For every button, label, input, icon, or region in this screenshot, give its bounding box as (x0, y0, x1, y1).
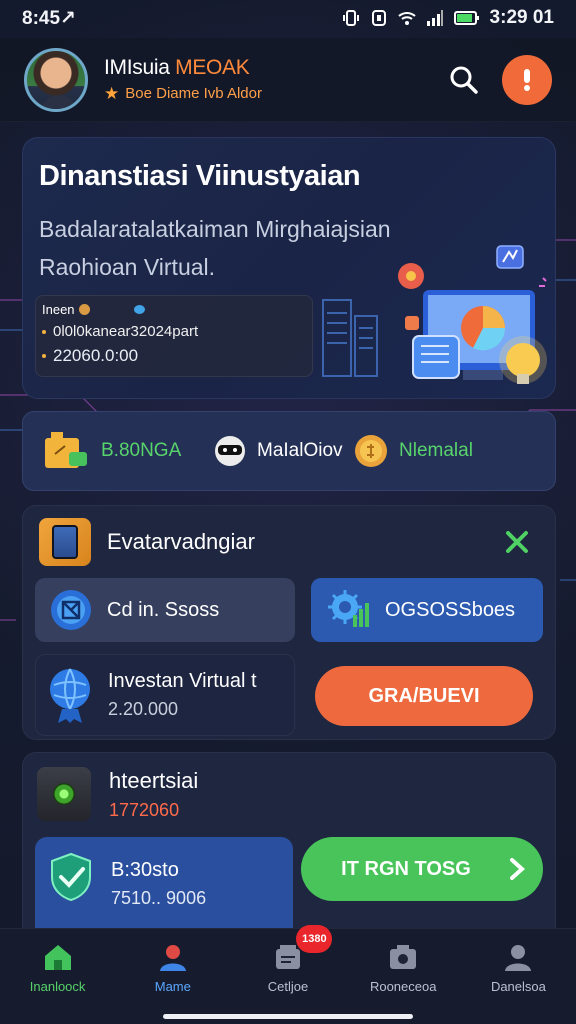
mini-card-line1-text: 0l0l0kanear32024part (53, 323, 199, 340)
panel-heading: hteertsiai 1772060 (109, 768, 198, 821)
profile-name: IMIsuia MEOAK (104, 56, 442, 80)
invest-value: 2.20.000 (108, 699, 179, 719)
nav-item-1[interactable]: Inanloock (0, 929, 115, 1024)
close-icon[interactable] (503, 528, 531, 556)
nav-label-2: Mame (154, 979, 191, 994)
home-icon (44, 945, 71, 970)
star-icon: ★ (104, 83, 120, 103)
home-indicator[interactable] (163, 1014, 413, 1019)
panel-header: Evatarvadngiar (39, 518, 255, 566)
bottom-nav: Inanloock Mame 1380 Cetljoe Rooneceoa Da… (0, 925, 576, 1024)
hero-title: Dinanstiasi Viinustyaian (39, 160, 361, 192)
category-label-1: B.80NGA (101, 440, 182, 461)
mini-card-header: Ineen (42, 302, 306, 317)
mini-card-line2: 22060.0:00 (42, 346, 306, 366)
coin-icon (78, 304, 90, 315)
category-label-2: MaIalOiov (257, 440, 343, 461)
exclamation-icon (524, 68, 530, 91)
gear-chart-icon (328, 590, 369, 627)
battery-icon (453, 11, 479, 25)
phone-icon (39, 518, 91, 566)
avatar[interactable] (24, 47, 88, 112)
user-icon (159, 945, 186, 971)
status-time-left: 8:45↗ (22, 7, 76, 29)
bullet-icon (42, 329, 46, 334)
security-title: B:30sto (111, 859, 179, 881)
panel-title: Evatarvadngiar (107, 529, 255, 554)
search-button[interactable] (442, 58, 486, 102)
nav-item-5[interactable]: Danelsoa (461, 929, 576, 1024)
invest-title: Investan Virtual t (108, 670, 257, 692)
profile-name-accent: MEOAK (175, 55, 250, 79)
wifi-icon (397, 12, 416, 25)
category-item-3[interactable]: Nlemalal (353, 433, 473, 469)
category-item-2[interactable]: MaIalOiov (213, 434, 353, 468)
vibrate-icon (342, 10, 359, 26)
panel-title: hteertsiai (109, 767, 199, 793)
invest-info: Investan Virtual t 2.20.000 (108, 670, 257, 720)
orange-cta-button[interactable]: GRA/BUEVI (315, 666, 533, 726)
globe-award-icon (50, 668, 90, 723)
profile-subtitle: ★ Boe Diame Ivb Aldor (104, 84, 442, 104)
security-value: 7510.. 9006 (111, 888, 207, 908)
status-bar: 8:45↗ 3:29 01 (0, 0, 576, 36)
status-time-right: 3:29 01 (489, 7, 554, 28)
badge-icon (51, 590, 91, 630)
profile-name-main: IMIsuia (104, 55, 176, 79)
robot-eye-icon (37, 767, 91, 821)
panel-header: hteertsiai 1772060 (37, 767, 198, 821)
search-icon (450, 66, 478, 94)
hero-mini-card[interactable]: Ineen 0l0l0kanear32024part 22060.0:00 (35, 295, 313, 377)
folder-icon (45, 432, 87, 468)
panel-value: 1772060 (109, 799, 180, 820)
alert-button[interactable] (502, 54, 552, 105)
mini-card-line1: 0l0l0kanear32024part (42, 323, 306, 340)
green-cta-button[interactable]: IT RGN TOSG (301, 837, 543, 901)
signal-icon (426, 10, 443, 26)
mini-card-line2-text: 22060.0:00 (53, 346, 139, 365)
category-strip: B.80NGA MaIalOiov Nlemalal (22, 411, 556, 491)
shield-check-icon (51, 852, 91, 902)
evaluation-panel: Evatarvadngiar Cd in. Ssoss OGSOSSboes I… (22, 505, 556, 740)
green-cta-label: IT RGN TOSG (341, 857, 471, 880)
nav-label-3: Cetljoe (267, 979, 309, 994)
profile-info: IMIsuia MEOAK ★ Boe Diame Ivb Aldor (104, 56, 442, 104)
nav-item-3[interactable]: 1380 Cetljoe (230, 925, 345, 1024)
app-header: IMIsuia MEOAK ★ Boe Diame Ivb Aldor (0, 38, 576, 122)
chat-icon (133, 305, 145, 314)
chevron-right-icon (509, 858, 525, 880)
coin-icon (355, 435, 387, 467)
profile-subtitle-text: Boe Diame Ivb Aldor (125, 85, 262, 102)
security-info: B:30sto 7510.. 9006 (111, 851, 206, 909)
nav-label-1: Inanloock (29, 979, 86, 994)
status-icons: 3:29 01 (342, 7, 554, 29)
hero-banner[interactable]: Dinanstiasi Viinustyaian Badalaratalatka… (22, 137, 556, 399)
dashboard-illustration (322, 245, 547, 384)
option-button-right[interactable]: OGSOSSboes (311, 578, 543, 642)
mini-card-title: Ineen (42, 302, 75, 317)
category-label-3: Nlemalal (399, 440, 473, 461)
nav-label-4: Rooneceoa (369, 979, 437, 994)
nav-item-4[interactable]: Rooneceoa (346, 929, 461, 1024)
category-item-1[interactable]: B.80NGA (41, 428, 213, 474)
nfc-icon (371, 10, 386, 26)
bullet-icon (42, 354, 46, 358)
camera-icon (390, 945, 417, 969)
option-right-label: OGSOSSboes (385, 598, 516, 621)
option-button-left[interactable]: Cd in. Ssoss (35, 578, 295, 642)
nav-item-2[interactable]: Mame (115, 929, 230, 1024)
profile-icon (505, 945, 532, 971)
nav-label-5: Danelsoa (490, 979, 546, 994)
invest-card[interactable]: Investan Virtual t 2.20.000 (35, 654, 295, 736)
robot-face-icon (215, 436, 245, 466)
option-left-label: Cd in. Ssoss (107, 598, 220, 621)
notification-badge: 1380 (296, 925, 333, 953)
